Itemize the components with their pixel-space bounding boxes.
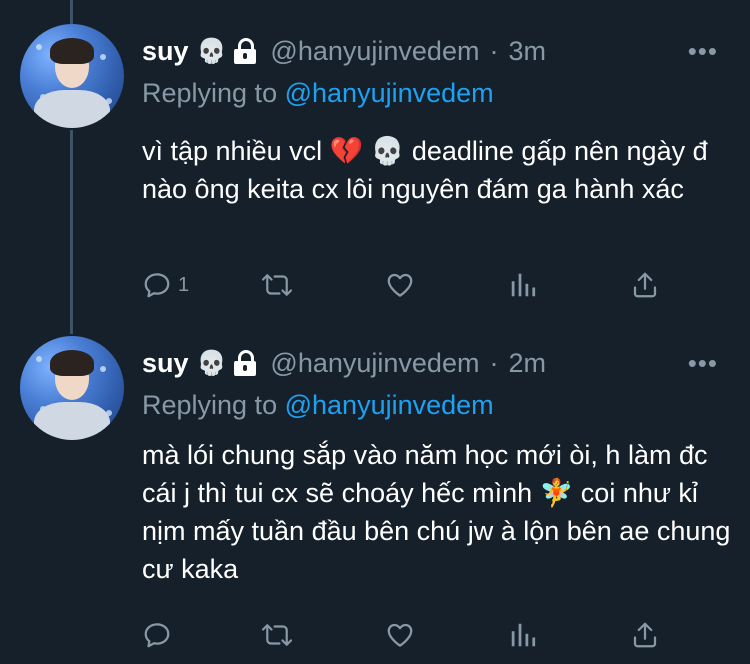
replying-to-handle[interactable]: @hanyujinvedem — [285, 390, 494, 420]
reply-count: 1 — [178, 273, 190, 296]
reply-button[interactable]: 1 — [142, 268, 189, 302]
skull-emoji: 💀 — [196, 37, 227, 65]
replying-to: Replying to @hanyujinvedem — [142, 390, 494, 421]
share-button[interactable] — [630, 268, 660, 302]
analytics-button[interactable] — [508, 618, 538, 652]
display-name[interactable]: suy — [142, 36, 189, 67]
user-handle[interactable]: @hanyujinvedem — [270, 348, 479, 379]
tweet-text: mà lói chung sắp vào năm học mới òi, h l… — [142, 440, 731, 584]
share-icon — [633, 272, 657, 298]
tweet[interactable]: suy 💀 @hanyujinvedem · 2m ••• Replying t… — [0, 326, 750, 664]
reply-icon — [144, 273, 170, 298]
avatar[interactable] — [20, 336, 124, 440]
display-name[interactable]: suy — [142, 348, 189, 379]
more-icon[interactable]: ••• — [688, 36, 718, 67]
replying-to: Replying to @hanyujinvedem — [142, 78, 494, 109]
tweet-header: suy 💀 @hanyujinvedem · 3m — [142, 34, 546, 68]
retweet-icon — [261, 274, 293, 296]
replying-to-handle[interactable]: @hanyujinvedem — [285, 78, 494, 108]
user-handle[interactable]: @hanyujinvedem — [270, 36, 479, 67]
like-icon — [387, 623, 413, 647]
retweet-button[interactable] — [260, 268, 294, 302]
tweet[interactable]: suy 💀 @hanyujinvedem · 3m ••• Replying t… — [0, 0, 750, 324]
replying-to-label: Replying to — [142, 390, 278, 420]
analytics-button[interactable] — [508, 268, 538, 302]
timestamp[interactable]: 3m — [508, 36, 546, 67]
lock-icon — [234, 38, 257, 64]
tweet-actions: 1 — [142, 268, 702, 302]
like-button[interactable] — [384, 618, 416, 652]
separator-dot: · — [489, 347, 499, 378]
tweet-actions — [142, 618, 702, 652]
like-icon — [387, 273, 413, 297]
skull-emoji: 💀 — [196, 349, 227, 377]
like-button[interactable] — [384, 268, 416, 302]
more-icon[interactable]: ••• — [688, 348, 718, 379]
share-icon — [633, 622, 657, 648]
tweet-text: vì tập nhiều vcl 💔 💀 deadline gấp nên ng… — [142, 136, 708, 204]
retweet-button[interactable] — [260, 618, 294, 652]
timestamp[interactable]: 2m — [508, 348, 546, 379]
share-button[interactable] — [630, 618, 660, 652]
tweet-header: suy 💀 @hanyujinvedem · 2m — [142, 346, 546, 380]
replying-to-label: Replying to — [142, 78, 278, 108]
retweet-icon — [261, 624, 293, 646]
separator-dot: · — [489, 35, 499, 66]
lock-icon — [234, 350, 257, 376]
avatar[interactable] — [20, 24, 124, 128]
reply-button[interactable] — [142, 618, 178, 652]
analytics-icon — [511, 623, 536, 647]
analytics-icon — [511, 273, 536, 297]
reply-icon — [144, 623, 170, 648]
